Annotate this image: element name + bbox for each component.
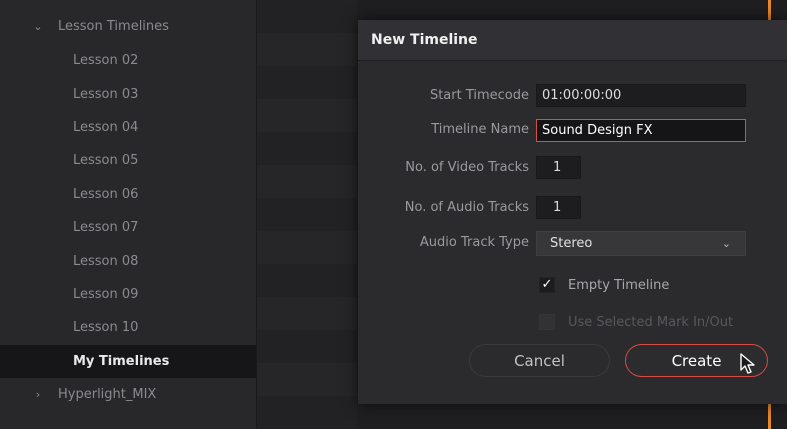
bin-my-timelines[interactable]: My Timelines (0, 345, 256, 378)
cancel-button[interactable]: Cancel (469, 344, 610, 377)
bin-lesson-10[interactable]: Lesson 10 (0, 311, 256, 344)
mouse-pointer-icon (740, 353, 755, 374)
empty-timeline-option[interactable]: ✓ Empty Timeline (539, 276, 669, 294)
bin-lesson-08[interactable]: Lesson 08 (0, 245, 256, 278)
audio-track-type-value: Stereo (550, 236, 593, 251)
bin-label: Lesson 10 (73, 320, 139, 335)
bin-label: Lesson 08 (73, 254, 139, 269)
bin-label: Lesson 09 (73, 287, 139, 302)
timeline-name-label: Timeline Name (431, 122, 529, 137)
start-timecode-field[interactable]: 01:00:00:00 (536, 84, 746, 107)
bin-lesson-timelines[interactable]: ⌄ Lesson Timelines (0, 10, 256, 43)
bin-label: Lesson 05 (73, 153, 139, 168)
bin-lesson-06[interactable]: Lesson 06 (0, 178, 256, 211)
bin-label: Lesson 03 (73, 87, 139, 102)
audio-tracks-value: 1 (553, 200, 562, 215)
bin-label: Lesson 02 (73, 53, 139, 68)
app-root: ⌄ Lesson Timelines Lesson 02 Lesson 03 L… (0, 0, 787, 429)
bin-hyperlight-mix[interactable]: › Hyperlight_MIX (0, 378, 256, 411)
bin-label: Lesson 04 (73, 120, 139, 135)
dialog-header: New Timeline (358, 20, 787, 61)
start-timecode-label: Start Timecode (429, 88, 529, 103)
bin-label: Lesson 06 (73, 187, 139, 202)
empty-timeline-label: Empty Timeline (568, 277, 670, 293)
chevron-down-icon: ⌄ (721, 237, 731, 250)
bin-lesson-04[interactable]: Lesson 04 (0, 111, 256, 144)
video-tracks-label: No. of Video Tracks (405, 160, 529, 175)
audio-tracks-label: No. of Audio Tracks (404, 200, 529, 215)
audio-tracks-field[interactable]: 1 (536, 196, 581, 219)
video-tracks-value: 1 (553, 160, 562, 175)
bin-label: My Timelines (73, 354, 170, 369)
bin-label: Lesson 07 (73, 220, 139, 235)
bin-lesson-09[interactable]: Lesson 09 (0, 278, 256, 311)
chevron-down-icon[interactable]: ⌄ (32, 20, 44, 33)
new-timeline-dialog: New Timeline Start Timecode 01:00:00:00 … (358, 20, 787, 404)
use-selected-mark-label: Use Selected Mark In/Out (568, 314, 734, 330)
use-selected-mark-option[interactable]: Use Selected Mark In/Out (539, 313, 733, 331)
bin-lesson-03[interactable]: Lesson 03 (0, 78, 256, 111)
audio-track-type-select[interactable]: Stereo ⌄ (536, 231, 746, 256)
video-tracks-field[interactable]: 1 (536, 156, 581, 179)
bin-label: Lesson Timelines (58, 19, 169, 34)
bin-lesson-07[interactable]: Lesson 07 (0, 211, 256, 244)
bin-label: Hyperlight_MIX (58, 387, 157, 402)
bin-list: ⌄ Lesson Timelines Lesson 02 Lesson 03 L… (0, 0, 257, 429)
dialog-title: New Timeline (371, 32, 478, 48)
use-selected-mark-checkbox[interactable] (539, 314, 555, 330)
timeline-name-field[interactable]: Sound Design FX (536, 119, 746, 142)
chevron-right-icon[interactable]: › (32, 388, 44, 401)
bin-lesson-02[interactable]: Lesson 02 (0, 44, 256, 77)
bin-lesson-05[interactable]: Lesson 05 (0, 144, 256, 177)
empty-timeline-checkbox[interactable]: ✓ (539, 277, 555, 293)
audio-track-type-label: Audio Track Type (419, 235, 529, 250)
